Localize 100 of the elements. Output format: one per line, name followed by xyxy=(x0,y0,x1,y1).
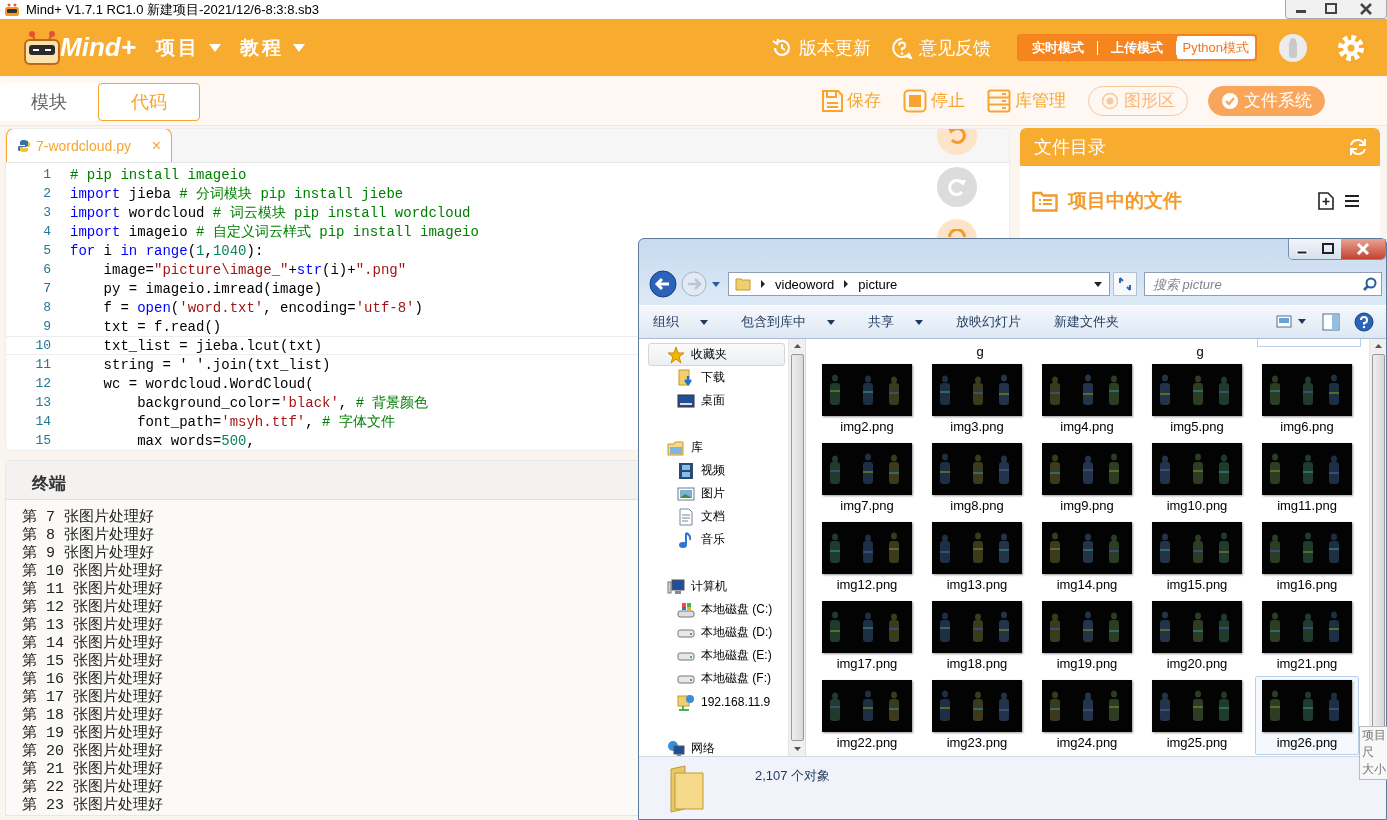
nav-item[interactable]: 桌面 xyxy=(648,389,785,412)
section-title: 项目中的文件 xyxy=(1068,189,1182,213)
file-name: g xyxy=(976,344,984,360)
file-item[interactable]: img13.png xyxy=(925,518,1029,597)
file-name: img12.png xyxy=(836,577,898,592)
file-name: img24.png xyxy=(1056,735,1118,750)
file-item[interactable]: img5.png xyxy=(1145,360,1249,439)
nav-item[interactable]: 音乐 xyxy=(648,528,785,551)
view-icon[interactable] xyxy=(1276,314,1308,330)
file-item[interactable]: img17.png xyxy=(815,597,919,676)
refresh-button[interactable] xyxy=(1113,272,1137,296)
file-name: img16.png xyxy=(1276,577,1338,592)
file-item[interactable]: img12.png xyxy=(815,518,919,597)
star-icon xyxy=(667,345,685,364)
nav-item[interactable]: 收藏夹 xyxy=(648,343,785,366)
back-button[interactable] xyxy=(649,270,677,298)
address-bar[interactable]: videoword picture xyxy=(728,272,1110,296)
folder-icon xyxy=(667,765,707,813)
network-drive-icon xyxy=(677,692,695,711)
terminal-line: 第 8 张图片处理好 xyxy=(22,527,154,544)
search-field[interactable]: 搜索 picture xyxy=(1144,272,1382,296)
line-number: 11 xyxy=(34,357,51,372)
chevron-icon xyxy=(842,279,851,289)
line-number: 10 xyxy=(34,338,51,353)
nav-item[interactable]: 图片 xyxy=(648,482,785,505)
file-item[interactable]: img6.png xyxy=(1255,360,1359,439)
system-drive-icon xyxy=(677,600,695,619)
terminal-line: 第 12 张图片处理好 xyxy=(22,599,163,616)
file-item[interactable]: img3.png xyxy=(925,360,1029,439)
nav-item[interactable]: 192.168.11.9 xyxy=(648,690,785,713)
file-item[interactable]: img26.png xyxy=(1255,676,1359,755)
search-icon xyxy=(948,229,966,237)
file-item[interactable]: img7.png xyxy=(815,439,919,518)
nav-item[interactable]: 文档 xyxy=(648,505,785,528)
nav-item[interactable]: 本地磁盘 (C:) xyxy=(648,598,785,621)
file-item[interactable]: img23.png xyxy=(925,676,1029,755)
breadcrumb[interactable]: picture xyxy=(858,276,898,292)
file-item[interactable]: img20.png xyxy=(1145,597,1249,676)
file-item[interactable]: img24.png xyxy=(1035,676,1139,755)
nav-item[interactable]: 本地磁盘 (E:) xyxy=(648,644,785,667)
terminal-line: 第 15 张图片处理好 xyxy=(22,653,163,670)
file-item[interactable]: img14.png xyxy=(1035,518,1139,597)
file-item[interactable]: img21.png xyxy=(1255,597,1359,676)
command-button[interactable]: 新建文件夹 xyxy=(1054,313,1119,331)
file-item[interactable]: img11.png xyxy=(1255,439,1359,518)
help-icon[interactable] xyxy=(1354,312,1374,332)
caret-icon xyxy=(827,319,835,325)
file-item[interactable]: img2.png xyxy=(815,360,919,439)
terminal-line: 第 21 张图片处理好 xyxy=(22,761,163,778)
line-number: 9 xyxy=(42,319,51,334)
scrollbar[interactable] xyxy=(788,339,805,756)
command-button[interactable]: 包含到库中 xyxy=(741,313,835,331)
server-icon xyxy=(987,88,1011,113)
view-tab[interactable]: 模块 xyxy=(0,83,98,121)
file-item[interactable]: img15.png xyxy=(1145,518,1249,597)
file-name: img11.png xyxy=(1277,498,1337,513)
breadcrumb[interactable]: videoword xyxy=(775,276,835,292)
code-line: max words=500, xyxy=(136,432,255,449)
nav-item[interactable]: 本地磁盘 (D:) xyxy=(648,621,785,644)
file-name: img21.png xyxy=(1276,656,1338,671)
file-name: img14.png xyxy=(1056,577,1118,592)
file-item[interactable]: img18.png xyxy=(925,597,1029,676)
nav-item[interactable]: 网络 xyxy=(648,737,785,760)
line-number: 13 xyxy=(34,395,51,410)
file-item[interactable]: img16.png xyxy=(1255,518,1359,597)
search-button[interactable] xyxy=(937,219,977,239)
help-icon xyxy=(890,36,913,59)
file-item[interactable]: img10.png xyxy=(1145,439,1249,518)
file-item[interactable]: img22.png xyxy=(815,676,919,755)
nav-item[interactable]: 计算机 xyxy=(648,575,785,598)
tab-title: 7-wordcloud.py xyxy=(36,137,132,154)
file-name: img19.png xyxy=(1056,656,1118,671)
stop-icon xyxy=(903,88,927,113)
close-button[interactable] xyxy=(1341,239,1385,259)
terminal-line: 第 22 张图片处理好 xyxy=(22,779,163,796)
file-item[interactable]: img9.png xyxy=(1035,439,1139,518)
nav-item[interactable]: 库 xyxy=(648,436,785,459)
file-item[interactable]: img25.png xyxy=(1145,676,1249,755)
search-icon[interactable] xyxy=(1363,277,1377,291)
command-button[interactable]: 放映幻灯片 xyxy=(956,313,1021,331)
library-icon xyxy=(667,438,685,457)
maximize-button[interactable] xyxy=(1315,239,1341,259)
nav-item[interactable]: 视频 xyxy=(648,459,785,482)
menu-icon[interactable] xyxy=(1344,194,1360,208)
nav-item[interactable]: 下载 xyxy=(648,366,785,389)
nav-item[interactable]: 本地磁盘 (F:) xyxy=(648,667,785,690)
code-line: string = ' '.join(txt_list) xyxy=(102,356,331,373)
file-item[interactable]: img19.png xyxy=(1035,597,1139,676)
file-name: img10.png xyxy=(1166,498,1228,513)
file-item[interactable]: img4.png xyxy=(1035,360,1139,439)
file-name: img25.png xyxy=(1166,735,1228,750)
new-file-icon[interactable] xyxy=(1318,192,1334,210)
file-item[interactable]: img8.png xyxy=(925,439,1029,518)
caret-icon xyxy=(915,319,923,325)
terminal-line: 第 13 张图片处理好 xyxy=(22,617,163,634)
panel-title: 文件目录 xyxy=(1034,136,1106,159)
file-name: img13.png xyxy=(946,577,1008,592)
command-button[interactable]: 共享 xyxy=(868,313,923,331)
caret-icon[interactable] xyxy=(711,280,721,288)
command-button[interactable]: 组织 xyxy=(653,313,708,331)
